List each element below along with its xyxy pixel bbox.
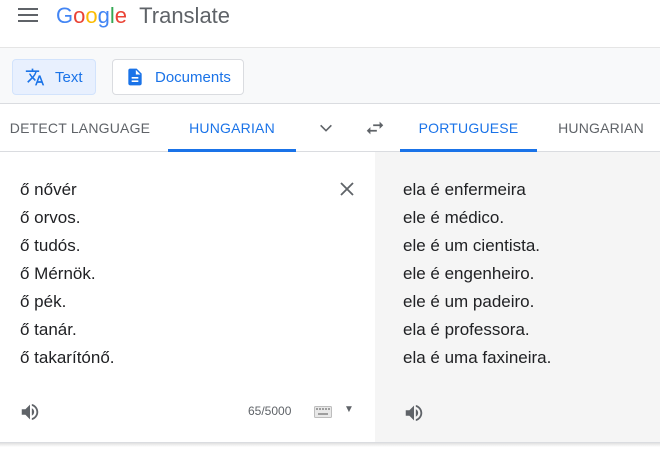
keyboard-glyph [314, 406, 332, 418]
text-mode-label: Text [55, 68, 83, 86]
swap-arrows-icon [366, 121, 384, 135]
tab-target-portuguese[interactable]: PORTUGUESE [400, 104, 537, 152]
text-mode-button[interactable]: Text [12, 59, 96, 95]
target-line: ela é enfermeira [403, 180, 526, 199]
target-line: ele é engenheiro. [403, 264, 535, 283]
source-line: ő Mérnök. [20, 264, 96, 283]
target-line: ele é um cientista. [403, 236, 541, 255]
source-listen-button[interactable] [18, 400, 42, 424]
tab-source-hungarian[interactable]: HUNGARIAN [168, 104, 296, 152]
product-name: Translate [139, 3, 231, 28]
target-line: ela é professora. [403, 320, 530, 339]
tab-detect-language[interactable]: DETECT LANGUAGE [8, 104, 152, 152]
documents-mode-button[interactable]: Documents [112, 59, 244, 95]
swap-languages-button[interactable] [363, 116, 387, 140]
mode-bar: Text Documents [0, 48, 660, 104]
source-language-dropdown[interactable] [314, 116, 338, 140]
source-line: ő takarítónő. [20, 348, 115, 367]
target-line: ele é médico. [403, 208, 505, 227]
clear-text-button[interactable] [336, 178, 358, 200]
language-bar: DETECT LANGUAGE HUNGARIAN PORTUGUESE HUN… [0, 104, 660, 152]
target-line: ela é uma faxineira. [403, 348, 552, 367]
speaker-icon [405, 404, 423, 422]
source-line: ő tanár. [20, 320, 77, 339]
translate-icon [25, 68, 45, 86]
character-count: 65/5000 [248, 404, 292, 418]
chevron-down-icon [320, 124, 332, 132]
target-panel: ela é enfermeira ele é médico. ele é um … [375, 152, 660, 442]
hamburger-menu-icon[interactable] [18, 8, 38, 24]
close-icon [340, 182, 354, 196]
source-line: ő orvos. [20, 208, 81, 227]
translation-output: ela é enfermeira ele é médico. ele é um … [403, 176, 551, 372]
documents-mode-label: Documents [155, 68, 231, 86]
target-listen-button[interactable] [402, 401, 426, 425]
source-panel: ő nővér ő orvos. ő tudós. ő Mérnök. ő pé… [0, 152, 375, 442]
input-tools-dropdown-icon[interactable]: ▼ [344, 404, 354, 415]
google-logo-text: Google [56, 3, 128, 28]
app-logo[interactable]: Google Translate [56, 3, 230, 29]
source-line: ő nővér [20, 180, 77, 199]
source-line: ő tudós. [20, 236, 81, 255]
keyboard-icon[interactable] [314, 405, 332, 418]
document-icon [128, 68, 142, 86]
target-line: ele é um padeiro. [403, 292, 535, 311]
speaker-icon [21, 403, 39, 421]
app-header: Google Translate [0, 0, 660, 48]
source-line: ő pék. [20, 292, 67, 311]
tab-target-hungarian[interactable]: HUNGARIAN [553, 104, 649, 152]
source-text-input[interactable]: ő nővér ő orvos. ő tudós. ő Mérnök. ő pé… [20, 176, 115, 372]
panel-shadow [0, 443, 660, 447]
